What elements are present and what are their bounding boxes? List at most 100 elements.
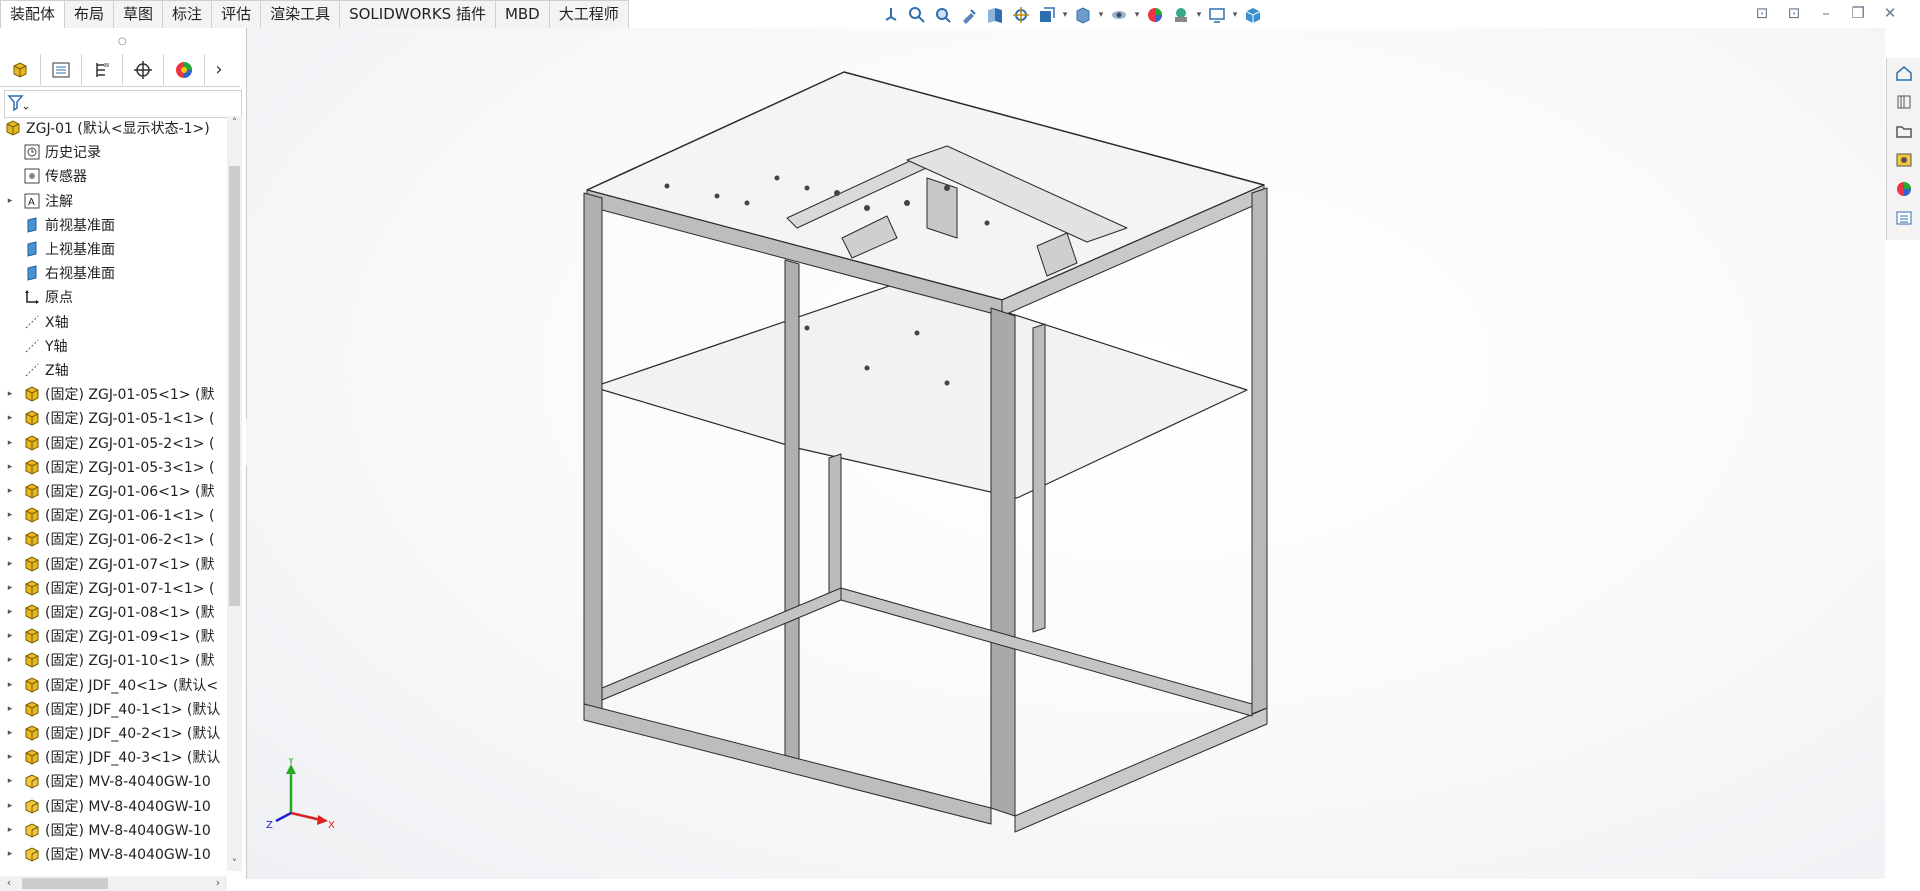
expand-arrow-icon[interactable]: ▸ [5,728,15,738]
chevron-down-icon[interactable]: ▾ [1194,3,1204,27]
chevron-down-icon[interactable]: ▾ [1060,3,1070,27]
tab-layout[interactable]: 布局 [65,0,115,29]
tree-horizontal-scrollbar[interactable]: ‹ › [0,876,227,891]
zoom-to-fit-icon[interactable] [904,3,930,27]
dimxpert-tab[interactable] [123,54,164,85]
display-style-icon[interactable] [1070,3,1096,27]
tab-markup[interactable]: 标注 [163,0,213,29]
tree-item[interactable]: Z轴 [0,358,226,382]
expand-arrow-icon[interactable]: ▸ [5,607,15,617]
close-icon[interactable]: ✕ [1880,4,1900,22]
tree-item[interactable]: ▸ (固定) MV-8-4040GW-10 [0,769,226,793]
tab-evaluate[interactable]: 评估 [212,0,262,29]
tree-item[interactable]: 传感器 [0,164,226,188]
view-orientation-dropdown-icon[interactable] [1034,3,1060,27]
previous-view-icon[interactable] [956,3,982,27]
restore-icon[interactable]: ❐ [1848,4,1868,22]
expand-arrow-icon[interactable]: ▸ [5,534,15,544]
chevron-down-icon[interactable]: ▾ [1230,3,1240,27]
chevron-right-icon[interactable]: › [205,54,233,85]
expand-arrow-icon[interactable]: ▸ [5,801,15,811]
tab-mbd[interactable]: MBD [495,0,550,29]
tree-item[interactable]: X轴 [0,310,226,334]
view-orientation-icon[interactable] [878,3,904,27]
view-settings-icon[interactable] [1204,3,1230,27]
dynamic-annotation-icon[interactable] [1008,3,1034,27]
scroll-down-icon[interactable]: ˅ [227,857,242,871]
expand-arrow-icon[interactable]: ▸ [5,583,15,593]
expand-arrow-icon[interactable]: ▸ [5,413,15,423]
propertymanager-tab[interactable] [41,54,82,85]
scroll-thumb[interactable] [229,166,240,606]
tree-item[interactable]: ▸ (固定) JDF_40-2<1> (默认 [0,721,226,745]
tree-item[interactable]: ▸ (固定) ZGJ-01-07<1> (默 [0,552,226,576]
tree-vertical-scrollbar[interactable]: ˄ ˅ [227,116,242,871]
file-explorer-icon[interactable] [1887,116,1920,145]
tree-item[interactable]: ▸ (固定) ZGJ-01-05<1> (默 [0,382,226,406]
expand-arrow-icon[interactable]: ▸ [5,559,15,569]
tree-item[interactable]: ▸ (固定) ZGJ-01-07-1<1> ( [0,576,226,600]
3d-library-icon[interactable] [1887,87,1920,116]
scroll-up-icon[interactable]: ˄ [227,116,242,130]
tree-item[interactable]: ▸ (固定) ZGJ-01-05-1<1> ( [0,406,226,430]
tab-big-engineer[interactable]: 大工程师 [549,0,629,29]
tab-render-tools[interactable]: 渲染工具 [261,0,341,29]
scroll-right-icon[interactable]: › [211,876,225,891]
tile-left-icon[interactable]: ⊡ [1752,4,1772,22]
tree-item[interactable]: ▸ (固定) MV-8-4040GW-10 [0,818,226,842]
expand-arrow-icon[interactable]: ▸ [5,849,15,859]
graphics-area[interactable]: Y X Z [247,28,1885,879]
display-manager-tab[interactable] [164,54,205,85]
apply-scene-icon[interactable] [1168,3,1194,27]
expand-arrow-icon[interactable]: ▸ [5,486,15,496]
tree-item[interactable]: 原点 [0,285,226,309]
panel-splitter[interactable]: ○ [118,36,127,47]
tree-item[interactable]: ▸ (固定) ZGJ-01-06<1> (默 [0,479,226,503]
expand-arrow-icon[interactable]: ▸ [5,655,15,665]
tree-item[interactable]: ▸ (固定) ZGJ-01-08<1> (默 [0,600,226,624]
tree-item[interactable]: ▸ (固定) ZGJ-01-10<1> (默 [0,648,226,672]
section-view-icon[interactable] [982,3,1008,27]
tree-item[interactable]: 右视基准面 [0,261,226,285]
expand-arrow-icon[interactable]: ▸ [5,825,15,835]
tab-solidworks-addins[interactable]: SOLIDWORKS 插件 [340,0,496,29]
chevron-down-icon[interactable]: ▾ [1132,3,1142,27]
tree-item[interactable]: ▸ (固定) ZGJ-01-06-2<1> ( [0,527,226,551]
tile-right-icon[interactable]: ⊡ [1784,4,1804,22]
tree-item[interactable]: 历史记录 [0,140,226,164]
3d-view-icon[interactable] [1240,3,1266,27]
expand-arrow-icon[interactable]: ▸ [5,389,15,399]
minimize-icon[interactable]: – [1816,4,1836,22]
tree-filter[interactable] [4,90,242,118]
tree-item[interactable]: 上视基准面 [0,237,226,261]
expand-arrow-icon[interactable]: ▸ [5,631,15,641]
tree-item[interactable]: ▸ (固定) JDF_40-3<1> (默认 [0,745,226,769]
expand-arrow-icon[interactable]: ▸ [5,510,15,520]
configurationmanager-tab[interactable] [82,54,123,85]
tree-item[interactable]: ▸ (固定) ZGJ-01-06-1<1> ( [0,503,226,527]
tab-sketch[interactable]: 草图 [114,0,164,29]
scroll-left-icon[interactable]: ‹ [2,876,16,891]
zoom-to-area-icon[interactable] [930,3,956,27]
expand-arrow-icon[interactable]: ▸ [5,462,15,472]
scroll-thumb[interactable] [22,878,108,889]
tree-item[interactable]: 前视基准面 [0,213,226,237]
home-icon[interactable] [1887,58,1920,87]
featuremanager-tab[interactable] [0,54,41,85]
tree-item[interactable]: ▸ (固定) ZGJ-01-09<1> (默 [0,624,226,648]
tab-assembly[interactable]: 装配体 [0,0,66,29]
assembly-model-frame[interactable] [247,28,1885,879]
tree-item[interactable]: ▸ (固定) ZGJ-01-05-3<1> ( [0,455,226,479]
tree-item[interactable]: ▸ (固定) MV-8-4040GW-10 [0,794,226,818]
tree-item[interactable]: ▸ A 注解 [0,189,226,213]
expand-arrow-icon[interactable]: ▸ [5,776,15,786]
chevron-down-icon[interactable]: ▾ [1096,3,1106,27]
hide-show-items-icon[interactable] [1106,3,1132,27]
expand-arrow-icon[interactable]: ▸ [5,752,15,762]
tree-item[interactable]: ▸ (固定) JDF_40-1<1> (默认 [0,697,226,721]
expand-arrow-icon[interactable]: ▸ [5,680,15,690]
expand-arrow-icon[interactable]: ▸ [5,704,15,714]
expand-arrow-icon[interactable]: ▸ [5,196,15,206]
tree-item[interactable]: ▸ (固定) ZGJ-01-05-2<1> ( [0,431,226,455]
tree-item[interactable]: ▸ (固定) MV-8-4040GW-10 [0,842,226,864]
